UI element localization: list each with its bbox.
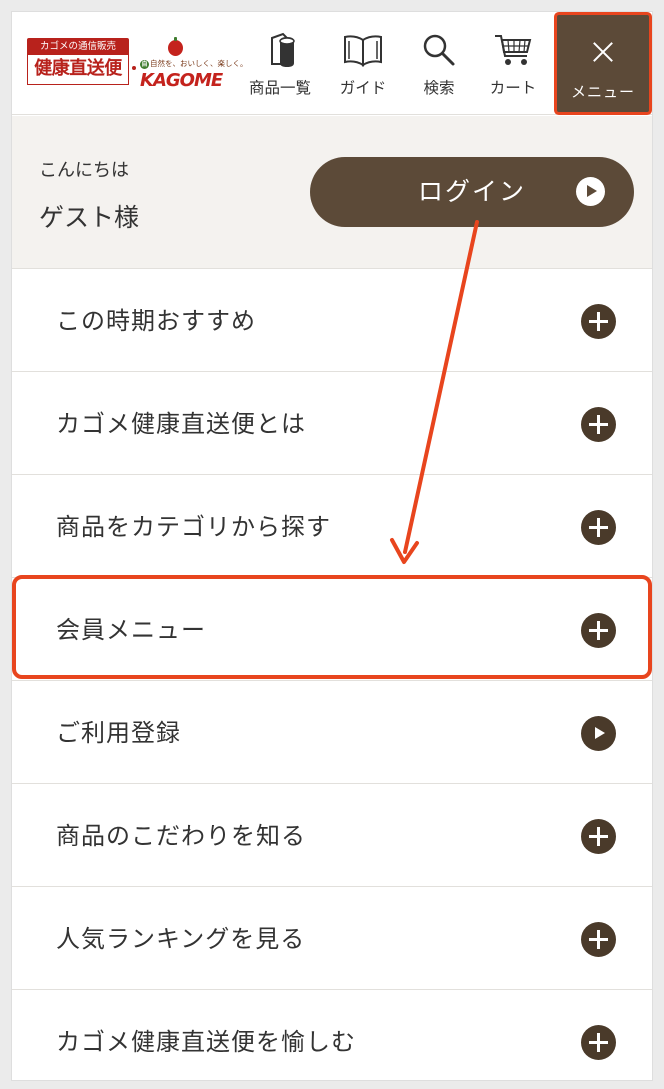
plus-circle-icon [581, 922, 616, 957]
menu-item-label: この時期おすすめ [56, 307, 256, 335]
menu-item-label: 商品をカテゴリから探す [56, 513, 331, 541]
kenko-chokusobin-logo[interactable]: カゴメの通信販売 健康直送便 [27, 38, 129, 92]
play-circle-icon [576, 177, 605, 206]
menu-item-label: ご利用登録 [56, 719, 181, 747]
menu-item-enjoy[interactable]: カゴメ健康直送便を愉しむ [12, 991, 652, 1080]
menu-panel: カゴメの通信販売 健康直送便 自自然を、おいしく、楽しく。 KAGOME 商品一… [12, 12, 652, 1080]
greeting-guest-name: ゲスト様 [39, 203, 140, 232]
logo-separator [132, 66, 136, 70]
search-icon [423, 34, 455, 66]
nav-guide-label: ガイド [339, 79, 387, 97]
nav-products-label: 商品一覧 [248, 79, 311, 97]
plus-circle-icon [581, 407, 616, 442]
menu-close-button[interactable]: メニュー [557, 15, 649, 112]
kagome-logo[interactable]: 自自然を、おいしく、楽しく。 KAGOME [140, 37, 248, 92]
logo-title: 健康直送便 [27, 55, 129, 85]
menu-item-member-menu[interactable]: 会員メニュー [12, 579, 652, 681]
menu-item-label: カゴメ健康直送便を愉しむ [56, 1028, 356, 1056]
plus-circle-icon [581, 819, 616, 854]
products-icon [271, 32, 295, 67]
book-icon [344, 35, 382, 67]
nav-cart[interactable]: カート [478, 32, 548, 102]
nav-search[interactable]: 検索 [406, 32, 472, 102]
menu-item-label: 商品のこだわりを知る [56, 822, 306, 850]
greeting-section: こんにちは ゲスト様 ログイン [12, 116, 652, 269]
menu-item-label: カゴメ健康直送便とは [56, 410, 306, 438]
plus-circle-icon [581, 613, 616, 648]
menu-item-seasonal[interactable]: この時期おすすめ [12, 270, 652, 372]
kagome-wordmark: KAGOME [140, 70, 223, 91]
logo-subtitle: カゴメの通信販売 [27, 38, 129, 55]
menu-item-categories[interactable]: 商品をカテゴリから探す [12, 476, 652, 578]
tomato-icon [168, 37, 183, 56]
menu-item-label: 会員メニュー [56, 616, 206, 644]
plus-circle-icon [581, 304, 616, 339]
cart-icon [495, 35, 532, 65]
menu-button-label: メニュー [570, 83, 635, 101]
menu-item-ranking[interactable]: 人気ランキングを見る [12, 888, 652, 990]
kagome-tagline: 自自然を、おいしく、楽しく。 [140, 59, 248, 69]
plus-circle-icon [581, 1025, 616, 1060]
menu-item-registration[interactable]: ご利用登録 [12, 682, 652, 784]
nav-products[interactable]: 商品一覧 [242, 32, 318, 102]
greeting-hello: こんにちは [39, 160, 129, 181]
close-icon [592, 41, 614, 63]
plus-circle-icon [581, 510, 616, 545]
nav-cart-label: カート [489, 79, 537, 97]
play-circle-icon [581, 716, 616, 751]
menu-item-label: 人気ランキングを見る [56, 925, 306, 953]
login-button[interactable]: ログイン [310, 157, 634, 227]
nav-guide[interactable]: ガイド [330, 32, 396, 102]
menu-item-about[interactable]: カゴメ健康直送便とは [12, 373, 652, 475]
menu-item-commitment[interactable]: 商品のこだわりを知る [12, 785, 652, 887]
site-header: カゴメの通信販売 健康直送便 自自然を、おいしく、楽しく。 KAGOME 商品一… [12, 12, 652, 115]
nav-search-label: 検索 [423, 79, 455, 97]
